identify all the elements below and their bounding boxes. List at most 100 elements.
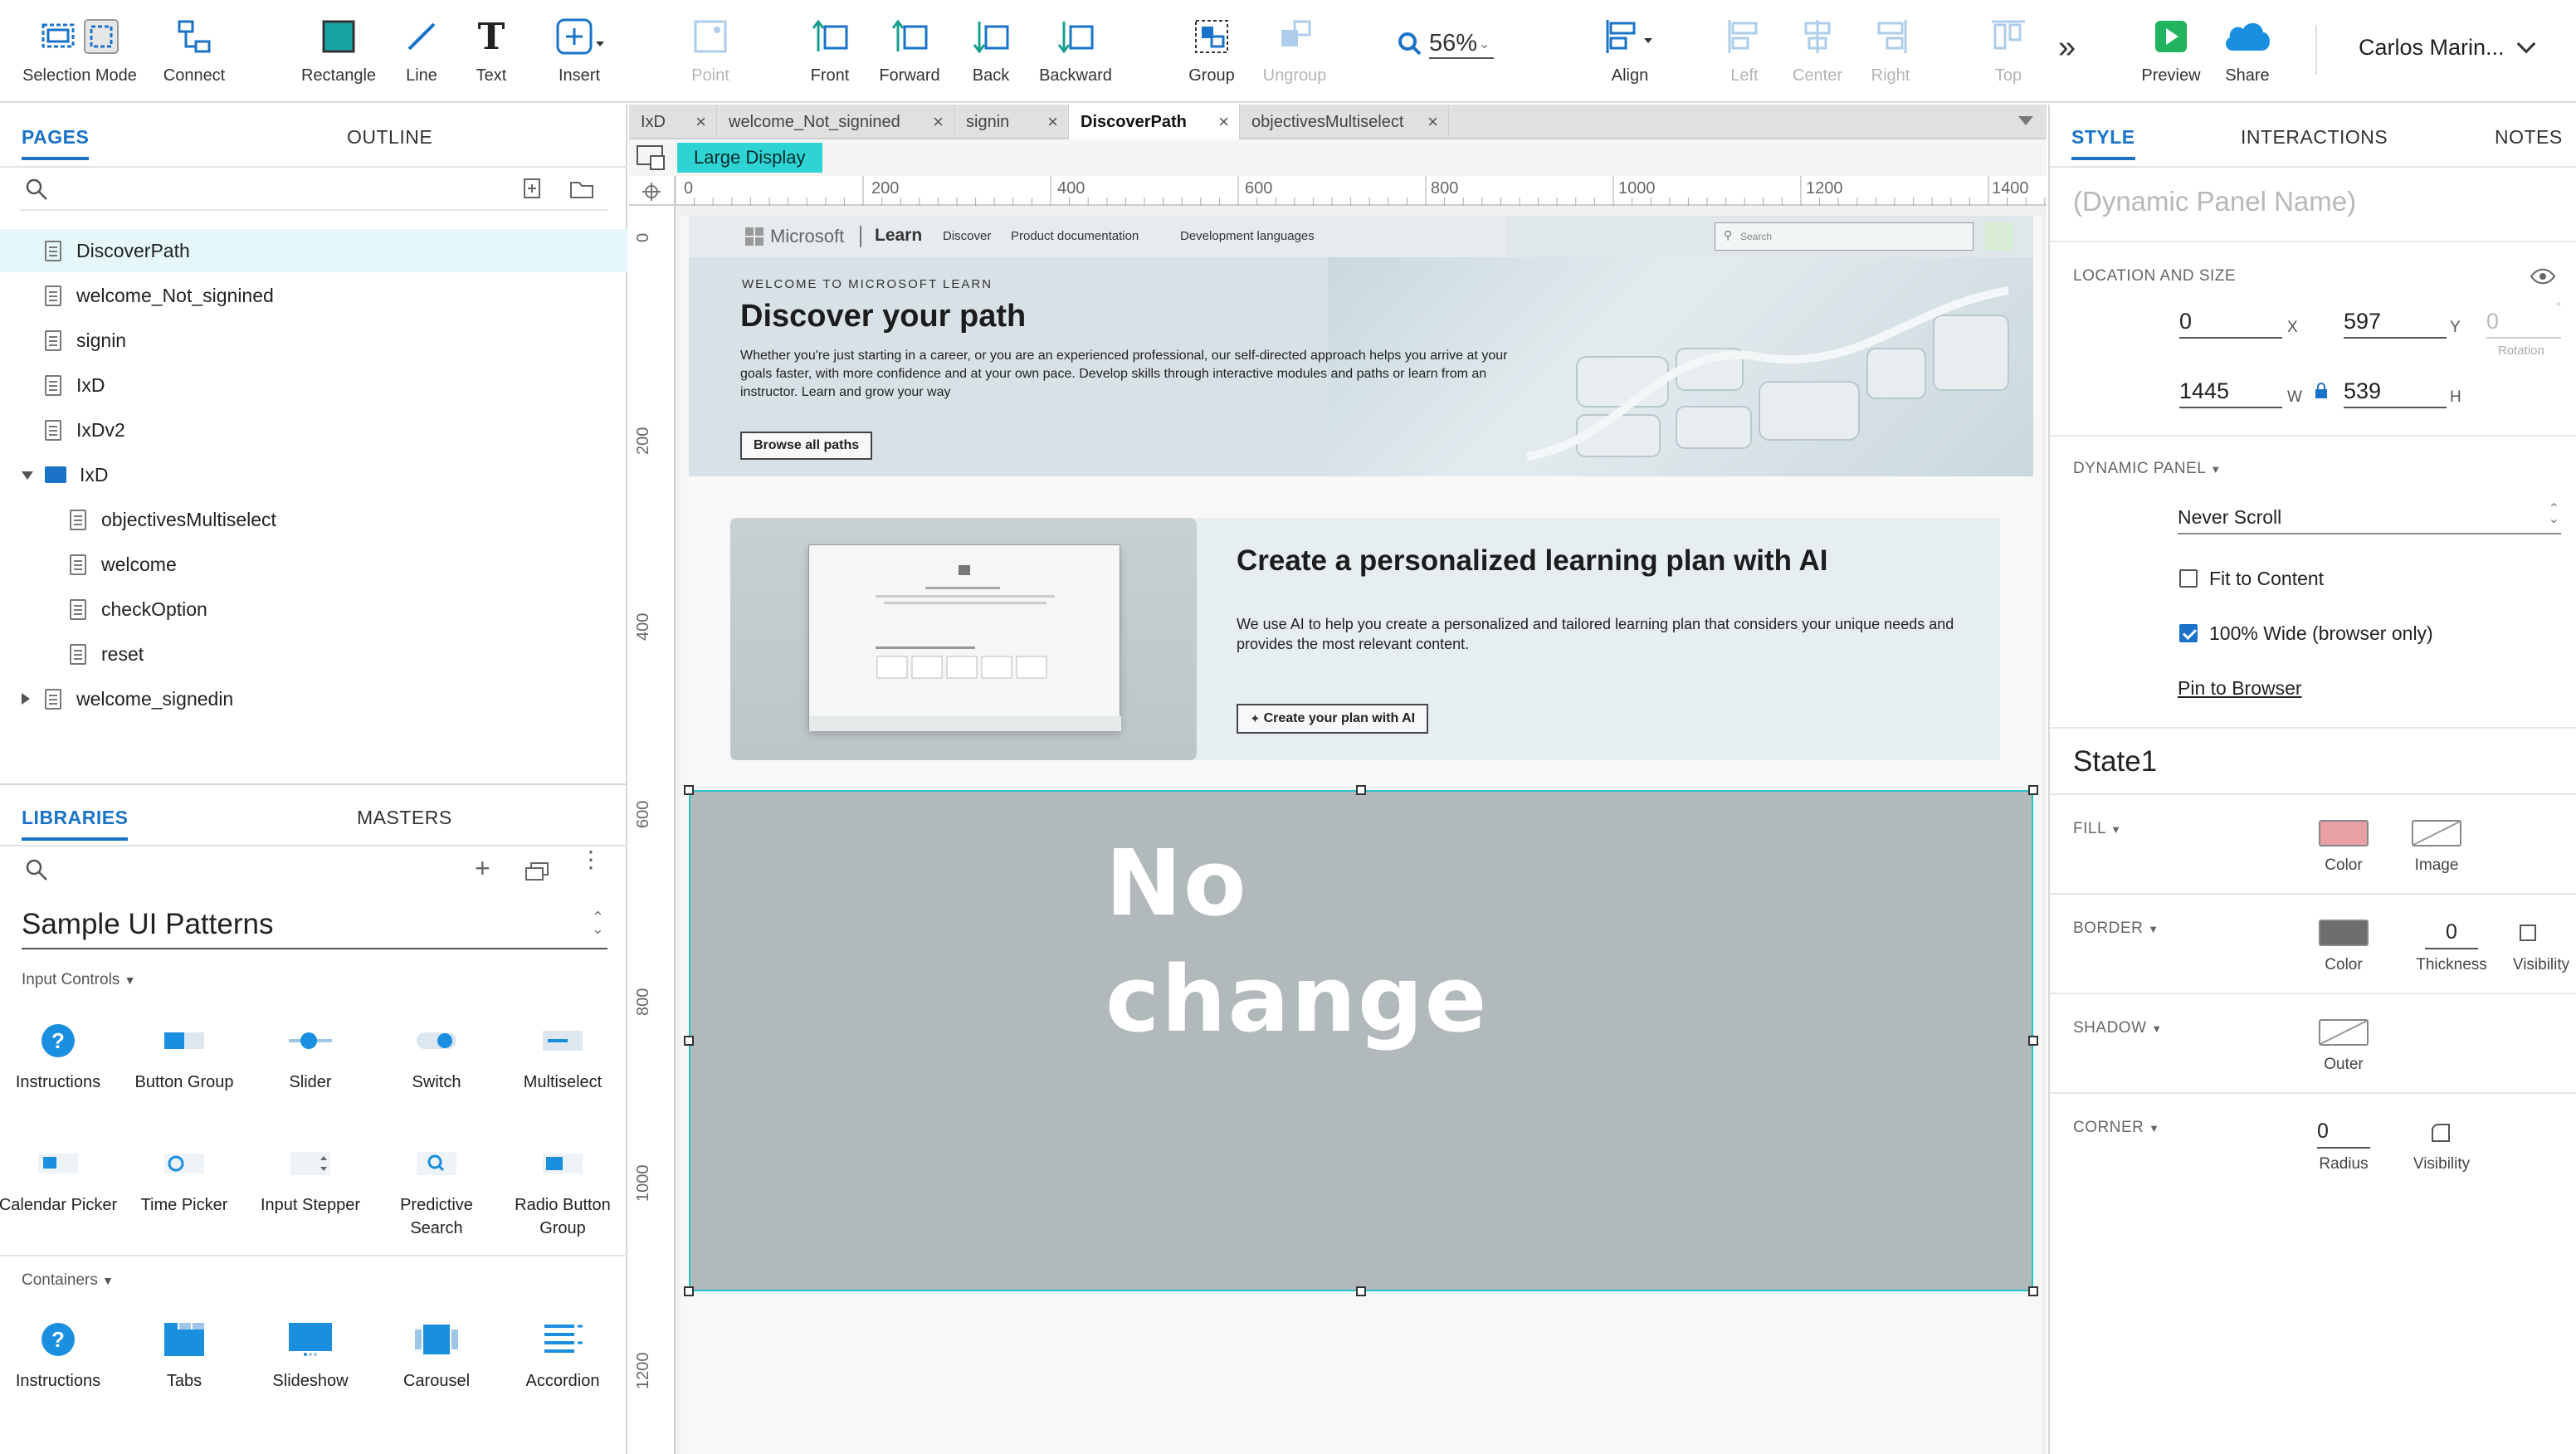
widget-radio-button-group[interactable]: Radio Button Group (500, 1140, 626, 1240)
library-selector[interactable]: Sample UI Patterns ⌃ ⌄ (22, 908, 607, 949)
fit-to-content-checkbox[interactable] (2179, 569, 2198, 588)
corner-visibility-icon[interactable] (2432, 1124, 2450, 1142)
widget-slideshow[interactable]: Slideshow (247, 1316, 373, 1393)
eye-icon[interactable] (2530, 267, 2556, 285)
search-icon[interactable] (25, 178, 48, 201)
tab-interactions[interactable]: INTERACTIONS (2241, 126, 2388, 149)
page-item-welcome[interactable]: welcome (0, 543, 627, 586)
user-menu[interactable]: Carlos Marin... (2359, 34, 2535, 61)
resize-handle-w[interactable] (684, 1036, 694, 1046)
page-item-ixd[interactable]: IxD (0, 364, 627, 407)
border-color-swatch[interactable] (2319, 920, 2369, 946)
dynamic-panel[interactable]: No change (689, 790, 2033, 1291)
x-field[interactable]: 0 (2179, 305, 2282, 339)
widget-time-picker[interactable]: Time Picker (121, 1140, 247, 1217)
close-icon[interactable]: × (1218, 111, 1229, 133)
doc-tab-objectivesmultiselect[interactable]: objectivesMultiselect × (1240, 105, 1449, 139)
search-icon[interactable] (25, 858, 48, 881)
full-width-checkbox[interactable] (2179, 624, 2198, 642)
tab-libraries[interactable]: LIBRARIES (22, 807, 129, 841)
doc-tab-welcome-not-signined[interactable]: welcome_Not_signined × (717, 105, 954, 139)
library-copy-icon[interactable] (524, 861, 549, 881)
page-item-reset[interactable]: reset (0, 632, 627, 676)
tab-masters[interactable]: MASTERS (357, 807, 452, 829)
resize-handle-sw[interactable] (684, 1286, 694, 1296)
page-item-checkoption[interactable]: checkOption (0, 588, 627, 631)
resize-handle-se[interactable] (2028, 1286, 2038, 1296)
browse-all-paths-button[interactable]: Browse all paths (740, 432, 873, 460)
widget-tabs[interactable]: Tabs (121, 1316, 247, 1393)
adaptive-views-icon[interactable] (636, 144, 666, 171)
page-item-objectivesmultiselect[interactable]: objectivesMultiselect (0, 498, 627, 541)
corner-radius-field[interactable]: 0 (2317, 1115, 2370, 1149)
pin-to-browser-link[interactable]: Pin to Browser (2178, 677, 2302, 700)
height-field[interactable]: 539 (2344, 375, 2447, 408)
add-library-icon[interactable]: + (475, 853, 490, 884)
adaptive-view-large-display[interactable]: Large Display (677, 143, 822, 173)
section-input-controls[interactable]: Input Controls ▼ (22, 971, 135, 989)
design-page[interactable]: Microsoft Learn Discover Product documen… (681, 216, 2042, 1454)
more-options-icon[interactable]: ⋮ (579, 848, 603, 871)
doc-tab-ixd[interactable]: IxD × (629, 105, 717, 139)
page-item-discoverpath[interactable]: DiscoverPath (0, 229, 627, 272)
close-icon[interactable]: × (1047, 111, 1058, 133)
border-visibility-icon[interactable] (2520, 925, 2536, 941)
backward-button[interactable]: Backward (1009, 12, 1142, 85)
tab-pages[interactable]: PAGES (22, 126, 90, 160)
add-page-icon[interactable] (523, 178, 543, 199)
align-right-button[interactable]: Right (1824, 12, 1957, 85)
widget-calendar-picker[interactable]: Calendar Picker (0, 1140, 121, 1217)
y-field[interactable]: 597 (2344, 305, 2447, 339)
resize-handle-ne[interactable] (2028, 785, 2038, 795)
doc-tab-signin[interactable]: signin × (954, 105, 1069, 139)
page-item-welcome-signedin[interactable]: welcome_signedin (0, 677, 627, 720)
selection-mode-button[interactable]: Selection Mode (13, 12, 146, 85)
expand-down-icon[interactable] (22, 471, 33, 480)
page-item-welcome-not-signined[interactable]: welcome_Not_signined (0, 274, 627, 317)
nav-product-documentation[interactable]: Product documentation (1011, 229, 1139, 243)
fill-color-swatch[interactable] (2319, 820, 2369, 847)
widget-instructions[interactable]: ? Instructions (0, 1017, 121, 1094)
widget-container-instructions[interactable]: ? Instructions (0, 1316, 121, 1393)
widget-button-group[interactable]: Button Group (121, 1017, 247, 1094)
widget-carousel[interactable]: Carousel (373, 1316, 500, 1393)
resize-handle-n[interactable] (1356, 785, 1366, 795)
connect-button[interactable]: Connect (128, 12, 261, 85)
align-button[interactable]: Align (1564, 12, 1696, 85)
widget-slider[interactable]: Slider (247, 1017, 373, 1094)
ruler-corner[interactable] (629, 176, 676, 206)
section-containers[interactable]: Containers ▼ (22, 1271, 114, 1290)
insert-button[interactable]: Insert (513, 12, 646, 85)
doc-tab-discoverpath[interactable]: DiscoverPath × (1069, 105, 1240, 139)
expand-right-icon[interactable] (22, 693, 30, 705)
add-folder-icon[interactable] (569, 179, 594, 199)
close-icon[interactable]: × (695, 111, 706, 133)
tab-style[interactable]: STYLE (2071, 126, 2135, 160)
tab-outline[interactable]: OUTLINE (347, 126, 432, 149)
widget-input-stepper[interactable]: Input Stepper (247, 1140, 373, 1217)
widget-switch[interactable]: Switch (373, 1017, 500, 1094)
tab-notes[interactable]: NOTES (2495, 126, 2563, 149)
page-item-signin[interactable]: signin (0, 319, 627, 362)
point-button[interactable]: Point (644, 12, 777, 85)
share-button[interactable]: Share (2181, 12, 2314, 85)
nav-development-languages[interactable]: Development languages (1180, 229, 1315, 243)
folder-item-ixd[interactable]: IxD (0, 453, 627, 496)
rotation-field[interactable]: 0 ° (2486, 300, 2561, 339)
mockup-search-input[interactable]: ⚲ Search (1715, 222, 1973, 251)
state-name[interactable]: State1 (2073, 745, 2157, 778)
resize-handle-s[interactable] (1356, 1286, 1366, 1296)
ungroup-button[interactable]: Ungroup (1228, 12, 1361, 85)
scroll-select[interactable]: Never Scroll ⌃ ⌄ (2178, 501, 2561, 534)
close-icon[interactable]: × (1427, 111, 1438, 133)
widget-multiselect[interactable]: Multiselect (500, 1017, 626, 1094)
tab-overflow-icon[interactable] (2018, 116, 2033, 125)
nav-discover[interactable]: Discover (943, 229, 991, 243)
resize-handle-nw[interactable] (684, 785, 694, 795)
create-plan-button[interactable]: ✦ Create your plan with AI (1237, 704, 1429, 734)
align-top-button[interactable]: Top (1942, 12, 2075, 85)
widget-accordion[interactable]: Accordion (500, 1316, 626, 1393)
border-thickness-field[interactable]: 0 (2425, 916, 2478, 949)
mockup-header[interactable]: Microsoft Learn Discover Product documen… (689, 216, 2033, 257)
zoom-control[interactable]: 56% ⌄ (1398, 27, 1505, 61)
